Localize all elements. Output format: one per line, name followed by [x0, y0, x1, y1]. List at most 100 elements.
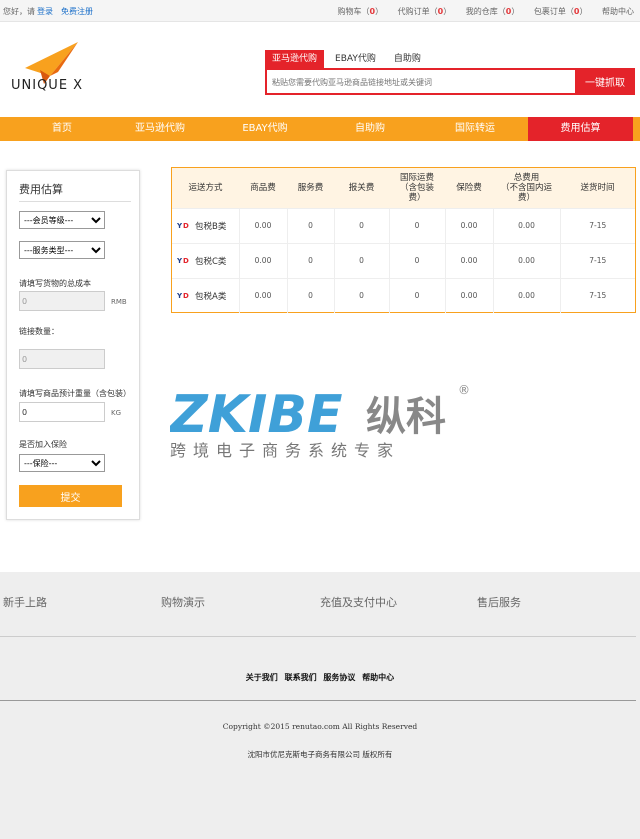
about-link[interactable]: 关于我们: [246, 672, 278, 682]
search-tabs: 亚马逊代购 EBAY代购 自助购: [265, 50, 432, 68]
cost-unit: RMB: [111, 298, 127, 306]
col-intl-shipping: 国际运费 （含包装 费）: [389, 168, 445, 208]
col-customs: 报关费: [334, 168, 389, 208]
insurance-fee: 0.00: [444, 207, 493, 243]
estimator-title: 费用估算: [19, 183, 63, 196]
search-box: 一键抓取: [265, 68, 635, 95]
table-row: Y D 包税A类 0.00 0 0 0 0.00 0.00 7-15: [172, 277, 635, 313]
yd-logo-icon: YD: [177, 257, 189, 265]
total-fee: 0.00: [492, 277, 560, 313]
cart-link[interactable]: 购物车（0）: [338, 7, 384, 16]
weight-unit: KG: [111, 409, 122, 417]
total-fee: 0.00: [492, 207, 560, 243]
fetch-button[interactable]: 一键抓取: [575, 68, 635, 95]
col-insurance: 保险费: [445, 168, 493, 208]
purchase-orders-link[interactable]: 代购订单（0）: [398, 7, 452, 16]
yd-logo-icon: YD: [177, 222, 189, 230]
col-service: 服务费: [287, 168, 334, 208]
warehouse-link[interactable]: 我的仓库（0）: [466, 7, 520, 16]
divider: [0, 636, 636, 637]
method-name: 包税B类: [195, 221, 227, 232]
footer-col-demo[interactable]: 购物演示: [161, 594, 205, 610]
divider: [0, 700, 636, 701]
total-fee: 0.00: [492, 242, 560, 278]
footer-col-after-sales[interactable]: 售后服务: [477, 594, 521, 610]
table-header: 运送方式 商品费 服务费 报关费 国际运费 （含包装 费） 保险费 总费用 （不…: [172, 168, 635, 208]
member-level-select[interactable]: ---会员等级---: [19, 211, 105, 229]
delivery-time: 7-15: [559, 207, 635, 243]
svg-text:®: ®: [458, 383, 470, 397]
service-type-select[interactable]: ---服务类型---: [19, 241, 105, 259]
top-bar: 您好，请 登录 免费注册 购物车（0） 代购订单（0） 我的仓库（0） 包裹订单（0…: [0, 0, 640, 22]
nav-home[interactable]: 首页: [12, 117, 112, 141]
greeting-text: 您好，请: [3, 7, 35, 16]
goods-fee: 0.00: [238, 242, 287, 278]
insurance-fee: 0.00: [444, 242, 493, 278]
tab-ebay[interactable]: EBAY代购: [328, 50, 383, 68]
col-goods: 商品费: [239, 168, 287, 208]
tab-self-service[interactable]: 自助购: [387, 50, 428, 68]
method-name: 包税A类: [195, 291, 227, 302]
goods-fee: 0.00: [238, 277, 287, 313]
customs-fee: 0: [333, 242, 389, 278]
nav-fee-estimate[interactable]: 费用估算: [528, 117, 633, 141]
method-name: 包税C类: [195, 256, 227, 267]
intl-fee: 0: [388, 242, 445, 278]
delivery-time: 7-15: [559, 242, 635, 278]
service-agreement-link[interactable]: 服务协议: [323, 672, 355, 682]
fee-estimator-panel: 费用估算 ---会员等级--- ---服务类型--- 请填写货物的总成本 RMB…: [6, 170, 140, 520]
footer-col-payment[interactable]: 充值及支付中心: [320, 594, 397, 610]
weight-label: 请填写商品预计重量（含包装）: [19, 389, 131, 398]
col-method: 运送方式: [172, 168, 239, 208]
svg-text:ZKIBE: ZKIBE: [170, 385, 343, 445]
intl-fee: 0: [388, 277, 445, 313]
main-nav: 首页 亚马逊代购 EBAY代购 自助购 国际转运 费用估算: [0, 117, 640, 141]
results-table: 运送方式 商品费 服务费 报关费 国际运费 （含包装 费） 保险费 总费用 （不…: [171, 167, 636, 313]
cost-input[interactable]: [19, 291, 105, 311]
company-name: 沈阳市优尼克斯电子商务有限公司 版权所有: [247, 750, 393, 759]
intl-fee: 0: [388, 207, 445, 243]
table-row: Y D 包税C类 0.00 0 0 0 0.00 0.00 7-15: [172, 242, 635, 278]
customs-fee: 0: [333, 277, 389, 313]
customs-fee: 0: [333, 207, 389, 243]
insurance-select[interactable]: ---保险---: [19, 454, 105, 472]
login-link[interactable]: 登录: [37, 7, 53, 16]
col-total: 总费用 （不含国内运 费）: [493, 168, 560, 208]
svg-text:纵科: 纵科: [366, 394, 446, 440]
insurance-label: 是否加入保险: [19, 440, 67, 449]
divider: [19, 201, 131, 202]
goods-fee: 0.00: [238, 207, 287, 243]
help-link[interactable]: 帮助中心: [362, 672, 394, 682]
register-link[interactable]: 免费注册: [61, 7, 93, 16]
nav-self-service[interactable]: 自助购: [320, 117, 420, 141]
nav-ebay[interactable]: EBAY代购: [215, 117, 315, 141]
service-fee: 0: [286, 277, 334, 313]
link-count-label: 链接数量：: [19, 327, 59, 336]
yd-logo-icon: YD: [177, 292, 189, 300]
svg-text:D: D: [183, 222, 189, 230]
greeting: 您好，请 登录 免费注册: [3, 6, 93, 17]
service-fee: 0: [286, 242, 334, 278]
insurance-fee: 0.00: [444, 277, 493, 313]
nav-amazon[interactable]: 亚马逊代购: [110, 117, 210, 141]
footer: 新手上路 购物演示 充值及支付中心 售后服务 关于我们 联系我们 服务协议 帮助…: [0, 572, 640, 839]
cost-label: 请填写货物的总成本: [19, 279, 91, 288]
submit-button[interactable]: 提交: [19, 485, 122, 507]
service-fee: 0: [286, 207, 334, 243]
footer-links: 关于我们 联系我们 服务协议 帮助中心: [0, 672, 640, 683]
svg-text:D: D: [183, 292, 189, 300]
watermark-tagline: 跨境电子商务系统专家: [170, 441, 401, 460]
brand-name[interactable]: UNIQUE X: [11, 78, 83, 93]
weight-input[interactable]: [19, 402, 105, 422]
tab-amazon[interactable]: 亚马逊代购: [265, 50, 325, 68]
table-row: Y D 包税B类 0.00 0 0 0 0.00 0.00 7-15: [172, 207, 635, 243]
link-count-input[interactable]: [19, 349, 105, 369]
footer-col-beginner[interactable]: 新手上路: [3, 594, 47, 610]
nav-forwarding[interactable]: 国际转运: [425, 117, 525, 141]
help-center-link[interactable]: 帮助中心: [602, 7, 634, 16]
search-input[interactable]: [272, 74, 572, 90]
top-links: 购物车（0） 代购订单（0） 我的仓库（0） 包裹订单（0） 帮助中心: [326, 6, 635, 17]
parcel-orders-link[interactable]: 包裹订单（0）: [534, 7, 588, 16]
col-delivery-time: 送货时间: [560, 168, 635, 208]
contact-link[interactable]: 联系我们: [285, 672, 317, 682]
